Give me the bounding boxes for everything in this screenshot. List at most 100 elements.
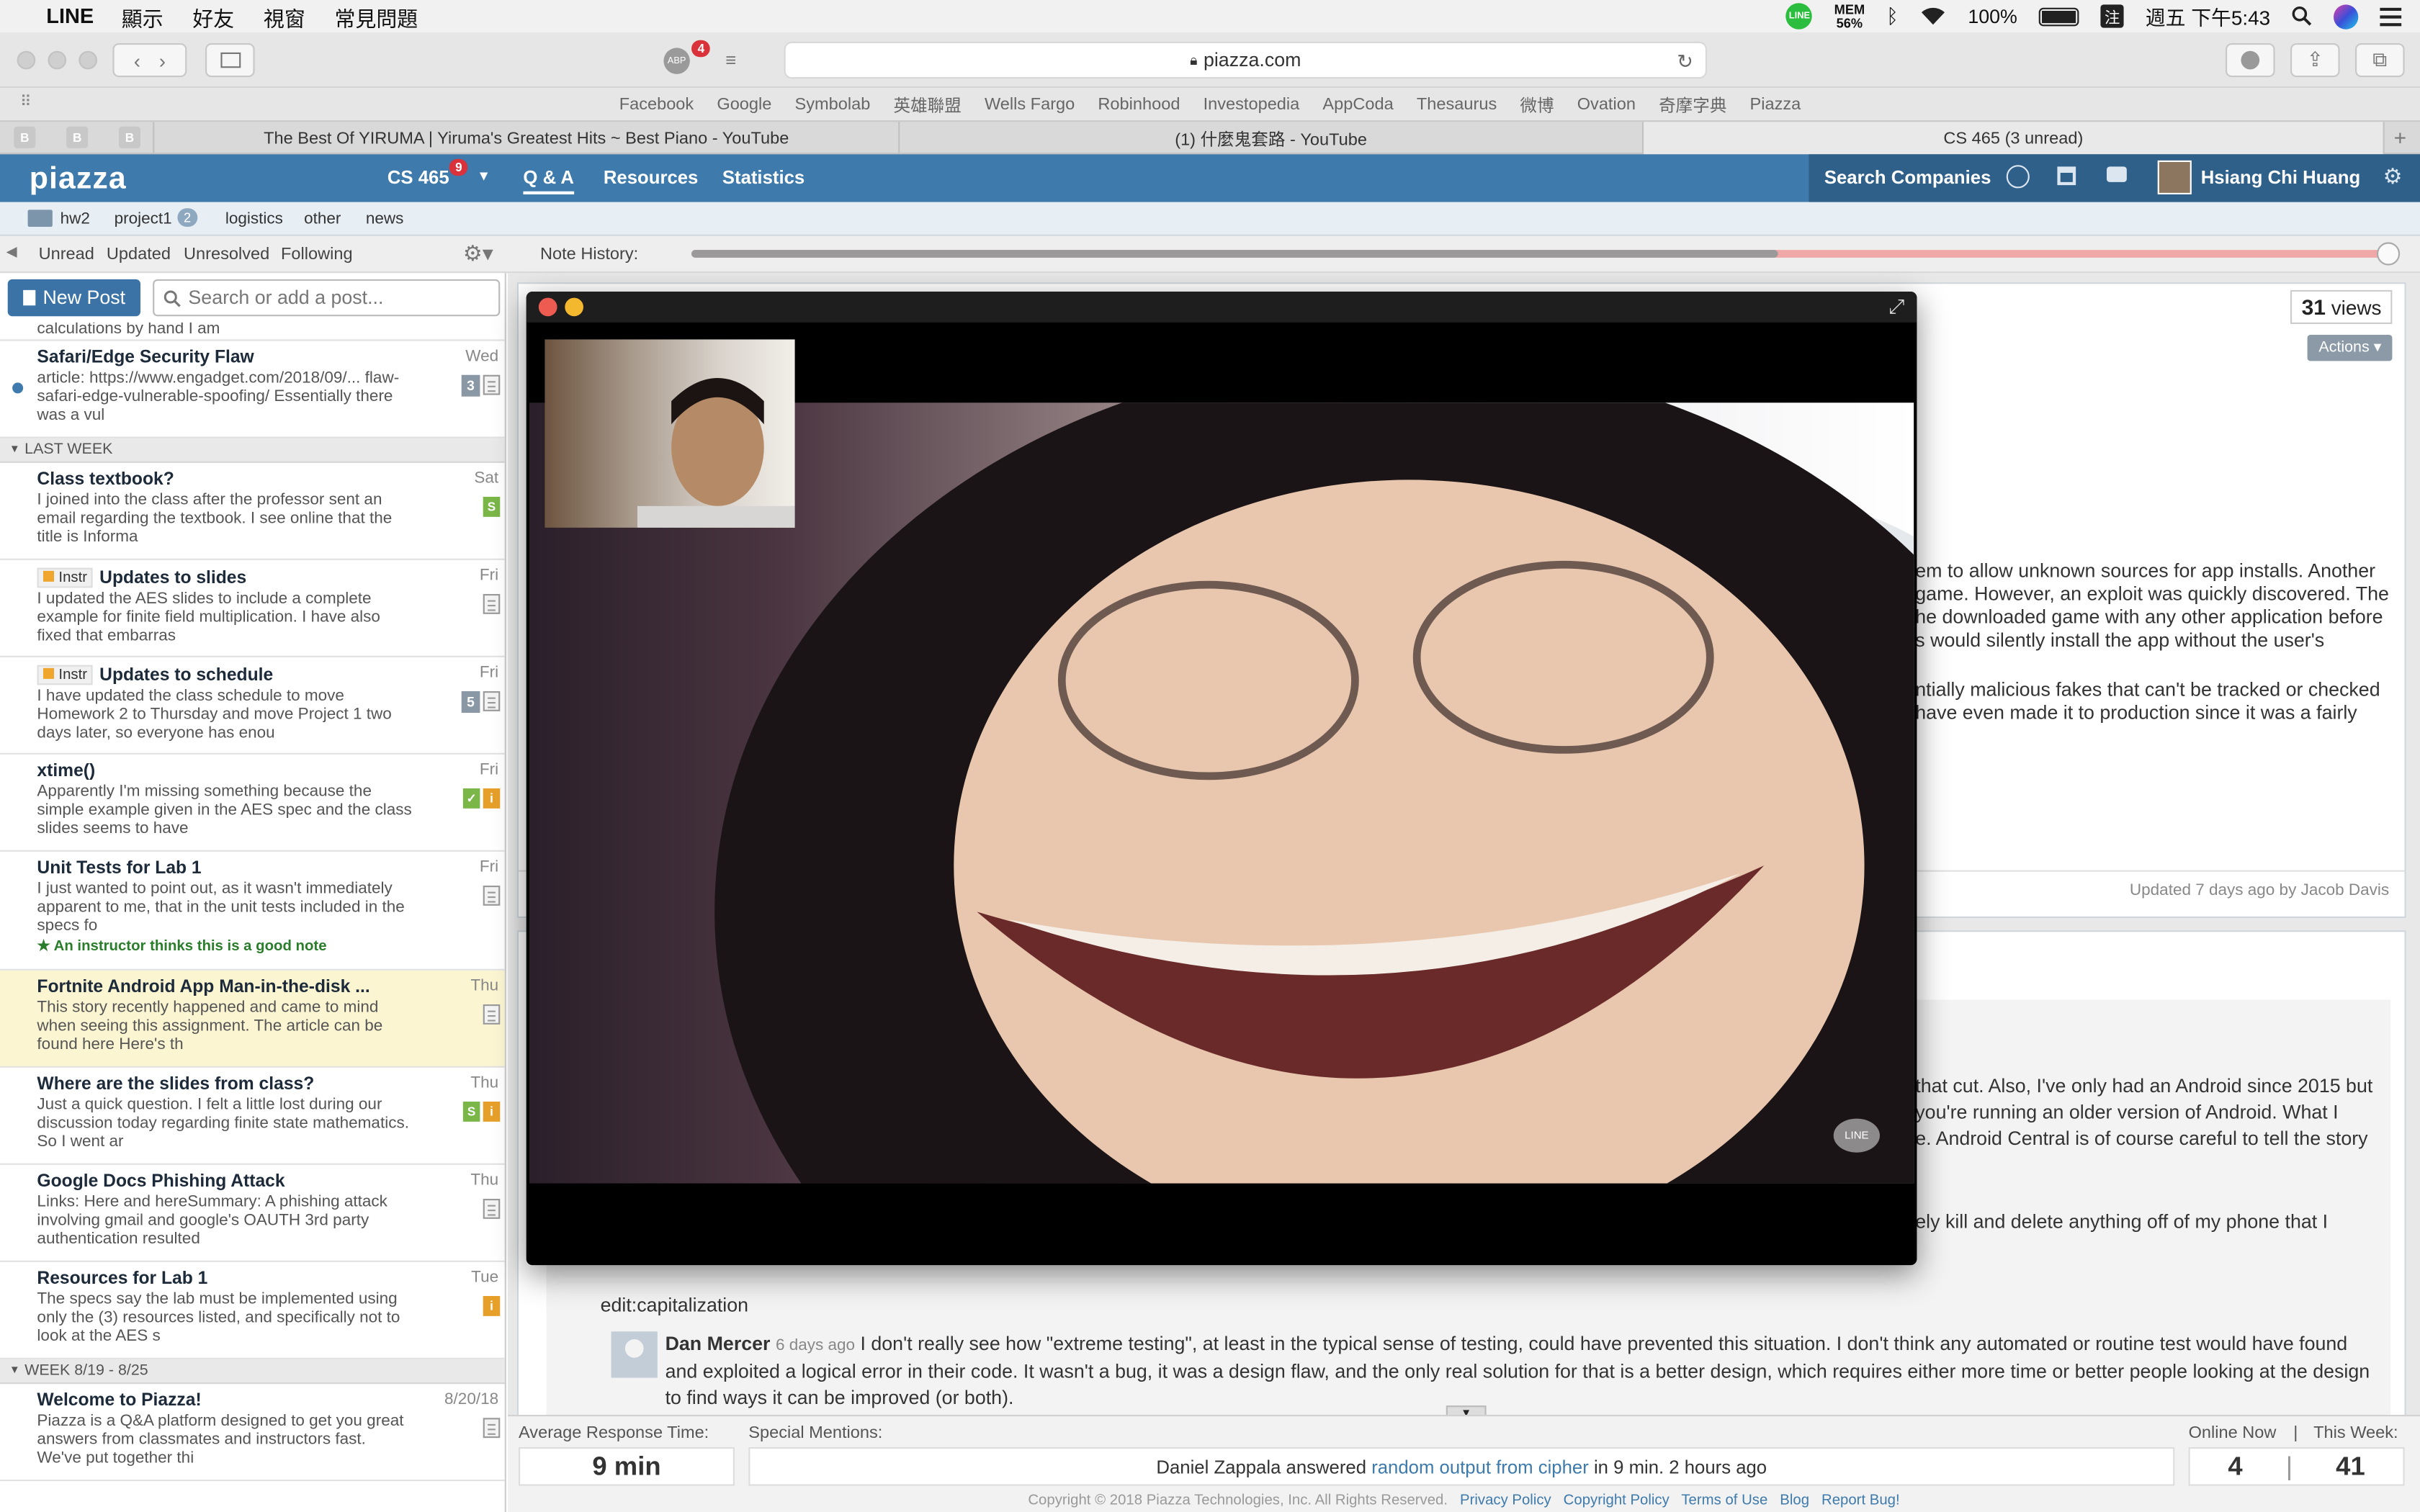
chat-icon[interactable] <box>2107 166 2127 182</box>
menu-item-faq[interactable]: 常見問題 <box>334 1 418 32</box>
fullscreen-icon[interactable]: ⤢ <box>1888 294 1904 319</box>
caret-down-icon[interactable]: ▼ <box>477 168 490 184</box>
back-forward-buttons[interactable]: ‹ › <box>112 43 187 78</box>
menu-app-name[interactable]: LINE <box>46 4 94 27</box>
copyright-policy-link[interactable]: Copyright Policy <box>1564 1492 1670 1509</box>
pinned-tab[interactable]: B <box>66 126 89 148</box>
reload-icon[interactable]: ↻ <box>1677 49 1693 72</box>
feed-item[interactable]: Safari/Edge Security Flaw article: https… <box>0 341 505 438</box>
filter-updated[interactable]: Updated <box>107 246 171 264</box>
favorite-link[interactable]: 英雄聯盟 <box>894 91 962 116</box>
favorite-link[interactable]: Piazza <box>1750 95 1801 114</box>
pinned-tab[interactable]: B <box>14 126 36 148</box>
feed-item-partial[interactable]: calculations by hand I am <box>0 323 505 341</box>
favorite-link[interactable]: Ovation <box>1577 95 1636 114</box>
new-post-button[interactable]: New Post <box>7 279 141 317</box>
feed-item[interactable]: xtime() Apparently I'm missing something… <box>0 755 505 852</box>
menu-list-icon[interactable] <box>2380 6 2402 26</box>
favorite-link[interactable]: Symbolab <box>795 95 871 114</box>
forward-icon[interactable]: › <box>159 49 166 72</box>
favorite-link[interactable]: Wells Fargo <box>985 95 1075 114</box>
back-icon[interactable]: ‹ <box>134 49 140 72</box>
reply-avatar[interactable] <box>611 1331 658 1378</box>
wifi-icon[interactable] <box>1920 6 1946 27</box>
feed-item[interactable]: Where are the slides from class? Just a … <box>0 1068 505 1165</box>
downloads-button[interactable] <box>2226 43 2275 78</box>
top-sites-grid-icon[interactable]: ⠿ <box>20 94 32 112</box>
feed-item[interactable]: Google Docs Phishing Attack Links: Here … <box>0 1165 505 1262</box>
sidebar-toggle-button[interactable] <box>205 43 255 78</box>
close-window-button[interactable] <box>17 50 36 70</box>
favorite-link[interactable]: Google <box>717 95 771 114</box>
menu-item-view[interactable]: 顯示 <box>122 1 163 32</box>
feed-item[interactable]: Resources for Lab 1 The specs say the la… <box>0 1262 505 1359</box>
avatar[interactable] <box>2157 160 2192 194</box>
blog-link[interactable]: Blog <box>1780 1492 1809 1509</box>
line-status-icon[interactable]: LINE <box>1786 3 1813 30</box>
reply-author[interactable]: Dan Mercer <box>666 1333 771 1354</box>
filter-settings-icon[interactable]: ⚙▾ <box>463 240 493 266</box>
tab-cs465[interactable]: CS 465 (3 unread) <box>1644 122 2385 155</box>
siri-icon[interactable] <box>2334 4 2359 29</box>
globe-icon[interactable] <box>2006 165 2030 189</box>
nav-qa[interactable]: Q & A <box>523 166 574 194</box>
tab-overview-button[interactable]: ⧉ <box>2355 43 2405 78</box>
new-tab-button[interactable]: + <box>2394 125 2407 150</box>
privacy-link[interactable]: Privacy Policy <box>1460 1492 1551 1509</box>
settings-gear-icon[interactable]: ⚙ <box>2383 163 2403 189</box>
menu-item-friends[interactable]: 好友 <box>192 1 234 32</box>
folder-project1[interactable]: project1 <box>115 210 172 228</box>
feed-item[interactable]: Unit Tests for Lab 1 I just wanted to po… <box>0 852 505 971</box>
folder-news[interactable]: news <box>366 210 404 228</box>
tab-yiruma[interactable]: The Best Of YIRUMA | Yiruma's Greatest H… <box>153 122 900 155</box>
address-bar[interactable]: 🔒︎ piazza.com ↻ <box>784 41 1707 79</box>
folder-logistics[interactable]: logistics <box>225 210 283 228</box>
folder-other[interactable]: other <box>304 210 341 228</box>
adblock-icon[interactable]: ABP <box>663 48 690 74</box>
video-call-window[interactable]: ⤢ LINE <box>526 292 1917 1266</box>
feed-item[interactable]: Class textbook? I joined into the class … <box>0 463 505 560</box>
favorite-link[interactable]: Investopedia <box>1204 95 1300 114</box>
zoom-window-button[interactable] <box>79 50 97 70</box>
favorite-link[interactable]: AppCoda <box>1322 95 1393 114</box>
favorite-link[interactable]: Facebook <box>619 95 694 114</box>
input-method-icon[interactable]: 注 <box>2100 4 2124 28</box>
search-companies-link[interactable]: Search Companies <box>1824 166 1991 188</box>
calendar-icon[interactable] <box>2057 166 2076 186</box>
nav-statistics[interactable]: Statistics <box>722 166 805 188</box>
filter-following[interactable]: Following <box>281 246 353 264</box>
group-header-last-week[interactable]: ▼ LAST WEEK <box>0 438 505 463</box>
battery-icon[interactable] <box>2038 6 2079 26</box>
spotlight-search-icon[interactable] <box>2292 6 2312 27</box>
feed-item[interactable]: Instr Updates to slides I updated the AES… <box>0 560 505 657</box>
minimize-window-button[interactable] <box>48 50 67 70</box>
filter-unread[interactable]: Unread <box>39 246 94 264</box>
report-bug-link[interactable]: Report Bug! <box>1821 1492 1900 1509</box>
clock[interactable]: 週五 下午5:43 <box>2146 1 2270 31</box>
video-close-button[interactable] <box>538 297 557 317</box>
self-video-preview[interactable] <box>544 339 795 528</box>
favorite-link[interactable]: 微博 <box>1520 91 1554 116</box>
actions-dropdown[interactable]: Actions ▾ <box>2308 335 2393 361</box>
note-history-slider[interactable] <box>691 250 2390 258</box>
pinned-tab[interactable]: B <box>119 126 140 148</box>
feed-item[interactable]: Instr Updates to schedule I have updated … <box>0 657 505 755</box>
search-input[interactable]: Search or add a post... <box>153 279 501 317</box>
group-header-week[interactable]: ▼ WEEK 8/19 - 8/25 <box>0 1359 505 1385</box>
favorite-link[interactable]: 奇摩字典 <box>1659 91 1726 116</box>
course-selector[interactable]: CS 465 <box>387 166 449 188</box>
favorite-link[interactable]: Robinhood <box>1098 95 1180 114</box>
favorite-link[interactable]: Thesaurus <box>1417 95 1497 114</box>
share-button[interactable]: ⇪ <box>2290 43 2340 78</box>
feed-item-selected[interactable]: Fortnite Android App Man-in-the-disk ...… <box>0 970 505 1068</box>
video-call-titlebar[interactable]: ⤢ <box>526 292 1917 323</box>
bluetooth-icon[interactable]: ᛒ <box>1886 4 1899 27</box>
menu-item-window[interactable]: 視窗 <box>264 1 305 32</box>
tab-youtube[interactable]: (1) 什麼鬼套路 - YouTube <box>900 122 1644 155</box>
feed-item[interactable]: Welcome to Piazza! Piazza is a Q&A platf… <box>0 1384 505 1482</box>
memory-indicator[interactable]: MEM 56% <box>1834 1 1865 30</box>
mention-link[interactable]: random output from cipher <box>1371 1456 1589 1477</box>
collapse-feed-icon[interactable]: ◀ <box>6 244 17 261</box>
terms-link[interactable]: Terms of Use <box>1681 1492 1767 1509</box>
piazza-logo[interactable]: piazza <box>30 162 127 197</box>
